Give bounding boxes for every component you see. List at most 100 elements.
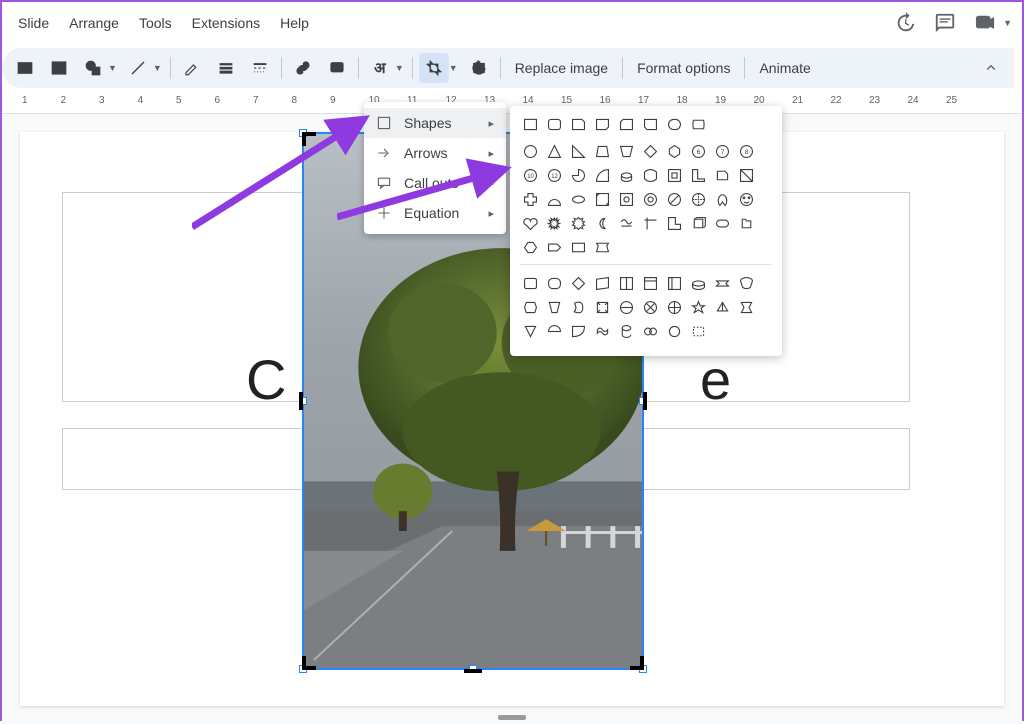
shape-option[interactable] bbox=[712, 273, 733, 294]
menu-slide[interactable]: Slide bbox=[8, 7, 59, 39]
border-weight-tool[interactable] bbox=[211, 53, 241, 83]
shape-option[interactable] bbox=[568, 321, 589, 342]
lang-caret-icon[interactable]: ▼ bbox=[395, 63, 408, 73]
shape-option[interactable] bbox=[664, 273, 685, 294]
shape-caret-icon[interactable]: ▼ bbox=[108, 63, 121, 73]
shape-option[interactable] bbox=[616, 273, 637, 294]
crop-tool[interactable] bbox=[419, 53, 449, 83]
animate-button[interactable]: Animate bbox=[749, 60, 820, 76]
shape-option[interactable] bbox=[592, 321, 613, 342]
present-caret-icon[interactable]: ▼ bbox=[1003, 18, 1016, 28]
shape-option[interactable] bbox=[688, 189, 709, 210]
shape-option[interactable] bbox=[664, 297, 685, 318]
comment-tool[interactable] bbox=[322, 53, 352, 83]
shape-tool[interactable] bbox=[78, 53, 108, 83]
textbox-tool[interactable] bbox=[10, 53, 40, 83]
shape-option[interactable] bbox=[688, 321, 709, 342]
shape-option[interactable]: 8 bbox=[736, 141, 757, 162]
shape-option[interactable] bbox=[544, 297, 565, 318]
shape-option[interactable] bbox=[712, 165, 733, 186]
shape-option[interactable]: 6 bbox=[688, 141, 709, 162]
shape-option[interactable] bbox=[688, 114, 709, 135]
menu-arrange[interactable]: Arrange bbox=[59, 7, 129, 39]
shape-option[interactable] bbox=[688, 297, 709, 318]
shape-option[interactable] bbox=[736, 273, 757, 294]
replace-image-button[interactable]: Replace image bbox=[505, 60, 618, 76]
shape-option[interactable] bbox=[568, 237, 589, 258]
shape-option[interactable] bbox=[592, 189, 613, 210]
shape-option[interactable] bbox=[640, 114, 661, 135]
shape-option[interactable] bbox=[616, 297, 637, 318]
shape-option[interactable] bbox=[736, 213, 757, 234]
shape-option[interactable] bbox=[688, 273, 709, 294]
shape-option[interactable] bbox=[616, 165, 637, 186]
shape-option[interactable] bbox=[568, 165, 589, 186]
shape-option[interactable] bbox=[592, 237, 613, 258]
shape-option[interactable] bbox=[736, 297, 757, 318]
shape-option[interactable] bbox=[544, 237, 565, 258]
shape-option[interactable] bbox=[664, 189, 685, 210]
format-options-button[interactable]: Format options bbox=[627, 60, 740, 76]
shape-option[interactable] bbox=[640, 213, 661, 234]
shape-option[interactable] bbox=[568, 273, 589, 294]
shape-option[interactable] bbox=[640, 141, 661, 162]
border-dash-tool[interactable] bbox=[245, 53, 275, 83]
crop-handle[interactable] bbox=[299, 392, 303, 410]
shape-option[interactable] bbox=[616, 321, 637, 342]
shape-option[interactable] bbox=[520, 114, 541, 135]
shape-option[interactable] bbox=[520, 321, 541, 342]
shape-option[interactable] bbox=[664, 141, 685, 162]
shape-option[interactable] bbox=[616, 189, 637, 210]
speaker-notes-handle[interactable] bbox=[498, 715, 526, 720]
shape-option[interactable] bbox=[520, 273, 541, 294]
shape-option[interactable] bbox=[544, 189, 565, 210]
crop-caret-icon[interactable]: ▼ bbox=[449, 63, 462, 73]
shape-option[interactable] bbox=[640, 165, 661, 186]
shape-option[interactable] bbox=[688, 165, 709, 186]
shape-option[interactable] bbox=[568, 189, 589, 210]
shape-option[interactable]: 7 bbox=[712, 141, 733, 162]
crop-handle[interactable] bbox=[464, 669, 482, 673]
shape-option[interactable] bbox=[640, 273, 661, 294]
shape-option[interactable] bbox=[544, 321, 565, 342]
shape-option[interactable] bbox=[520, 237, 541, 258]
history-icon[interactable] bbox=[885, 3, 925, 43]
shape-option[interactable] bbox=[664, 321, 685, 342]
menu-tools[interactable]: Tools bbox=[129, 7, 182, 39]
shape-option[interactable] bbox=[664, 165, 685, 186]
shape-option[interactable] bbox=[616, 114, 637, 135]
shape-option[interactable] bbox=[712, 297, 733, 318]
shape-option[interactable] bbox=[544, 114, 565, 135]
shape-option[interactable] bbox=[664, 114, 685, 135]
shape-option[interactable] bbox=[712, 189, 733, 210]
shape-option[interactable] bbox=[568, 297, 589, 318]
shape-option[interactable] bbox=[664, 213, 685, 234]
shape-option[interactable] bbox=[592, 141, 613, 162]
shape-option[interactable] bbox=[736, 189, 757, 210]
present-icon[interactable] bbox=[965, 3, 1005, 43]
shape-option[interactable] bbox=[592, 213, 613, 234]
shape-option[interactable] bbox=[640, 297, 661, 318]
link-tool[interactable] bbox=[288, 53, 318, 83]
shape-option[interactable] bbox=[568, 141, 589, 162]
shape-option[interactable] bbox=[640, 189, 661, 210]
shape-option[interactable] bbox=[544, 213, 565, 234]
image-tool[interactable] bbox=[44, 53, 74, 83]
menu-help[interactable]: Help bbox=[270, 7, 319, 39]
collapse-toolbar-icon[interactable] bbox=[976, 53, 1006, 83]
shape-option[interactable]: 12 bbox=[544, 165, 565, 186]
crop-handle[interactable] bbox=[643, 392, 647, 410]
shape-option[interactable] bbox=[592, 273, 613, 294]
shape-option[interactable] bbox=[616, 141, 637, 162]
shape-option[interactable] bbox=[544, 141, 565, 162]
shape-option[interactable] bbox=[568, 213, 589, 234]
reset-image-tool[interactable] bbox=[464, 53, 494, 83]
menu-extensions[interactable]: Extensions bbox=[182, 7, 270, 39]
line-caret-icon[interactable]: ▼ bbox=[153, 63, 166, 73]
border-color-tool[interactable] bbox=[177, 53, 207, 83]
shape-option[interactable] bbox=[640, 321, 661, 342]
comment-icon[interactable] bbox=[925, 3, 965, 43]
shape-option[interactable] bbox=[568, 114, 589, 135]
shape-option[interactable] bbox=[544, 273, 565, 294]
shape-option[interactable] bbox=[688, 213, 709, 234]
